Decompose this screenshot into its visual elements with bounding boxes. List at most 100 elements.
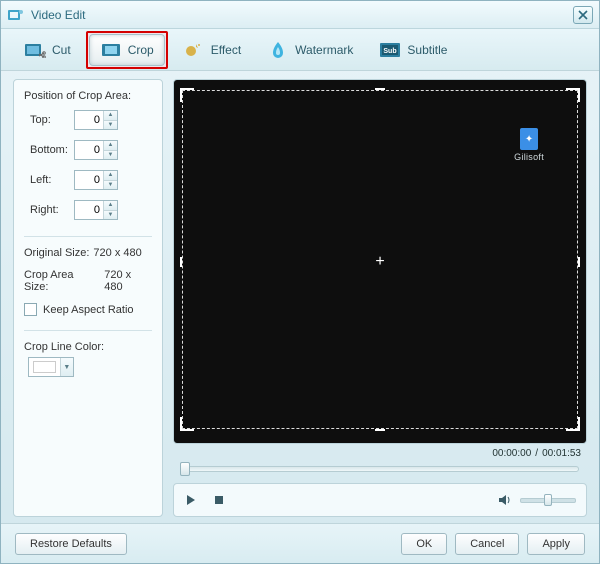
spinner-right[interactable]: ▲▼ xyxy=(74,200,118,220)
keep-aspect-label: Keep Aspect Ratio xyxy=(43,304,134,316)
original-size-value: 720 x 480 xyxy=(93,247,141,259)
input-right[interactable] xyxy=(75,204,103,216)
volume-slider[interactable] xyxy=(520,498,576,503)
arrow-up-icon[interactable]: ▲ xyxy=(104,201,117,211)
crop-line-color-label: Crop Line Color: xyxy=(24,341,152,353)
crop-handle-tr[interactable] xyxy=(566,88,580,102)
chevron-down-icon[interactable]: ▼ xyxy=(60,358,73,376)
keep-aspect-checkbox[interactable] xyxy=(24,303,37,316)
titlebar: Video Edit xyxy=(1,1,599,29)
stop-icon xyxy=(214,495,224,505)
spinner-left-arrows[interactable]: ▲▼ xyxy=(103,171,117,189)
field-right: Right: ▲▼ xyxy=(24,200,152,220)
crop-handle-top[interactable] xyxy=(375,88,385,90)
spinner-right-arrows[interactable]: ▲▼ xyxy=(103,201,117,219)
arrow-up-icon[interactable]: ▲ xyxy=(104,141,117,151)
footer: Restore Defaults OK Cancel Apply xyxy=(1,523,599,563)
app-icon xyxy=(7,6,25,24)
preview-watermark-text: Gilisoft xyxy=(514,152,544,162)
logo-icon: ✦ xyxy=(520,128,538,150)
tab-bar: Cut Crop Effect Watermark Sub xyxy=(1,29,599,71)
spinner-left[interactable]: ▲▼ xyxy=(74,170,118,190)
field-bottom: Bottom: ▲▼ xyxy=(24,140,152,160)
arrow-down-icon[interactable]: ▼ xyxy=(104,121,117,130)
tab-crop[interactable]: Crop xyxy=(89,34,165,66)
crop-area-value: 720 x 480 xyxy=(104,269,152,293)
crop-area-size-row: Crop Area Size: 720 x 480 xyxy=(24,269,152,293)
crop-handle-br[interactable] xyxy=(566,417,580,431)
preview-watermark: ✦ Gilisoft xyxy=(514,128,544,162)
arrow-up-icon[interactable]: ▲ xyxy=(104,111,117,121)
speaker-icon[interactable] xyxy=(498,494,512,506)
crop-tab-highlight: Crop xyxy=(86,31,168,69)
original-size-label: Original Size: xyxy=(24,247,89,259)
watermark-icon xyxy=(267,41,289,59)
label-top: Top: xyxy=(24,114,74,126)
svg-text:Sub: Sub xyxy=(384,48,397,55)
cancel-button[interactable]: Cancel xyxy=(455,533,519,555)
tab-effect[interactable]: Effect xyxy=(172,34,252,66)
volume-thumb[interactable] xyxy=(544,494,552,506)
tab-crop-label: Crop xyxy=(128,43,154,57)
input-left[interactable] xyxy=(75,174,103,186)
stop-button[interactable] xyxy=(212,493,226,507)
label-left: Left: xyxy=(24,174,74,186)
main-area: + ✦ Gilisoft 00:00:00 / 00:01:53 xyxy=(173,79,587,517)
crop-settings-panel: Position of Crop Area: Top: ▲▼ Bottom: ▲… xyxy=(13,79,163,517)
tab-effect-label: Effect xyxy=(211,43,241,57)
label-right: Right: xyxy=(24,204,74,216)
arrow-down-icon[interactable]: ▼ xyxy=(104,181,117,190)
spinner-bottom-arrows[interactable]: ▲▼ xyxy=(103,141,117,159)
time-display: 00:00:00 / 00:01:53 xyxy=(173,444,587,461)
seek-slider[interactable] xyxy=(181,466,579,472)
crop-handle-left[interactable] xyxy=(180,257,182,267)
field-top: Top: ▲▼ xyxy=(24,110,152,130)
effect-icon xyxy=(183,41,205,59)
crop-handle-bottom[interactable] xyxy=(375,429,385,431)
video-edit-window: Video Edit Cut Crop Effect xyxy=(0,0,600,564)
crop-line-color-picker[interactable]: ▼ xyxy=(28,357,74,377)
body: Position of Crop Area: Top: ▲▼ Bottom: ▲… xyxy=(1,71,599,523)
close-icon xyxy=(578,10,588,20)
tab-watermark-label: Watermark xyxy=(295,43,353,57)
tab-cut-label: Cut xyxy=(52,43,71,57)
field-left: Left: ▲▼ xyxy=(24,170,152,190)
color-swatch xyxy=(33,361,56,373)
keep-aspect-row: Keep Aspect Ratio xyxy=(24,303,152,316)
arrow-down-icon[interactable]: ▼ xyxy=(104,211,117,220)
time-separator: / xyxy=(535,448,538,459)
divider xyxy=(24,236,152,237)
seek-slider-row xyxy=(173,461,587,481)
seek-thumb[interactable] xyxy=(180,462,190,476)
label-bottom: Bottom: xyxy=(24,144,74,156)
apply-button[interactable]: Apply xyxy=(527,533,585,555)
ok-button[interactable]: OK xyxy=(401,533,447,555)
original-size-row: Original Size: 720 x 480 xyxy=(24,247,152,259)
input-bottom[interactable] xyxy=(75,144,103,156)
tab-watermark[interactable]: Watermark xyxy=(256,34,364,66)
crop-handle-right[interactable] xyxy=(578,257,580,267)
close-button[interactable] xyxy=(573,6,593,24)
crop-heading: Position of Crop Area: xyxy=(24,90,152,102)
input-top[interactable] xyxy=(75,114,103,126)
tab-subtitle[interactable]: Sub Subtitle xyxy=(368,34,458,66)
crop-handle-bl[interactable] xyxy=(180,417,194,431)
tab-cut[interactable]: Cut xyxy=(13,34,82,66)
arrow-up-icon[interactable]: ▲ xyxy=(104,171,117,181)
spinner-top[interactable]: ▲▼ xyxy=(74,110,118,130)
tab-subtitle-label: Subtitle xyxy=(407,43,447,57)
play-icon xyxy=(185,494,197,506)
crop-area-label: Crop Area Size: xyxy=(24,269,100,293)
volume-control xyxy=(498,494,576,506)
spinner-bottom[interactable]: ▲▼ xyxy=(74,140,118,160)
time-current: 00:00:00 xyxy=(492,448,531,459)
center-cross-icon: + xyxy=(375,253,384,271)
arrow-down-icon[interactable]: ▼ xyxy=(104,151,117,160)
restore-defaults-button[interactable]: Restore Defaults xyxy=(15,533,127,555)
window-title: Video Edit xyxy=(31,8,573,22)
spinner-top-arrows[interactable]: ▲▼ xyxy=(103,111,117,129)
play-button[interactable] xyxy=(184,493,198,507)
video-preview[interactable]: + ✦ Gilisoft xyxy=(173,79,587,444)
crop-handle-tl[interactable] xyxy=(180,88,194,102)
playback-controls xyxy=(173,483,587,517)
